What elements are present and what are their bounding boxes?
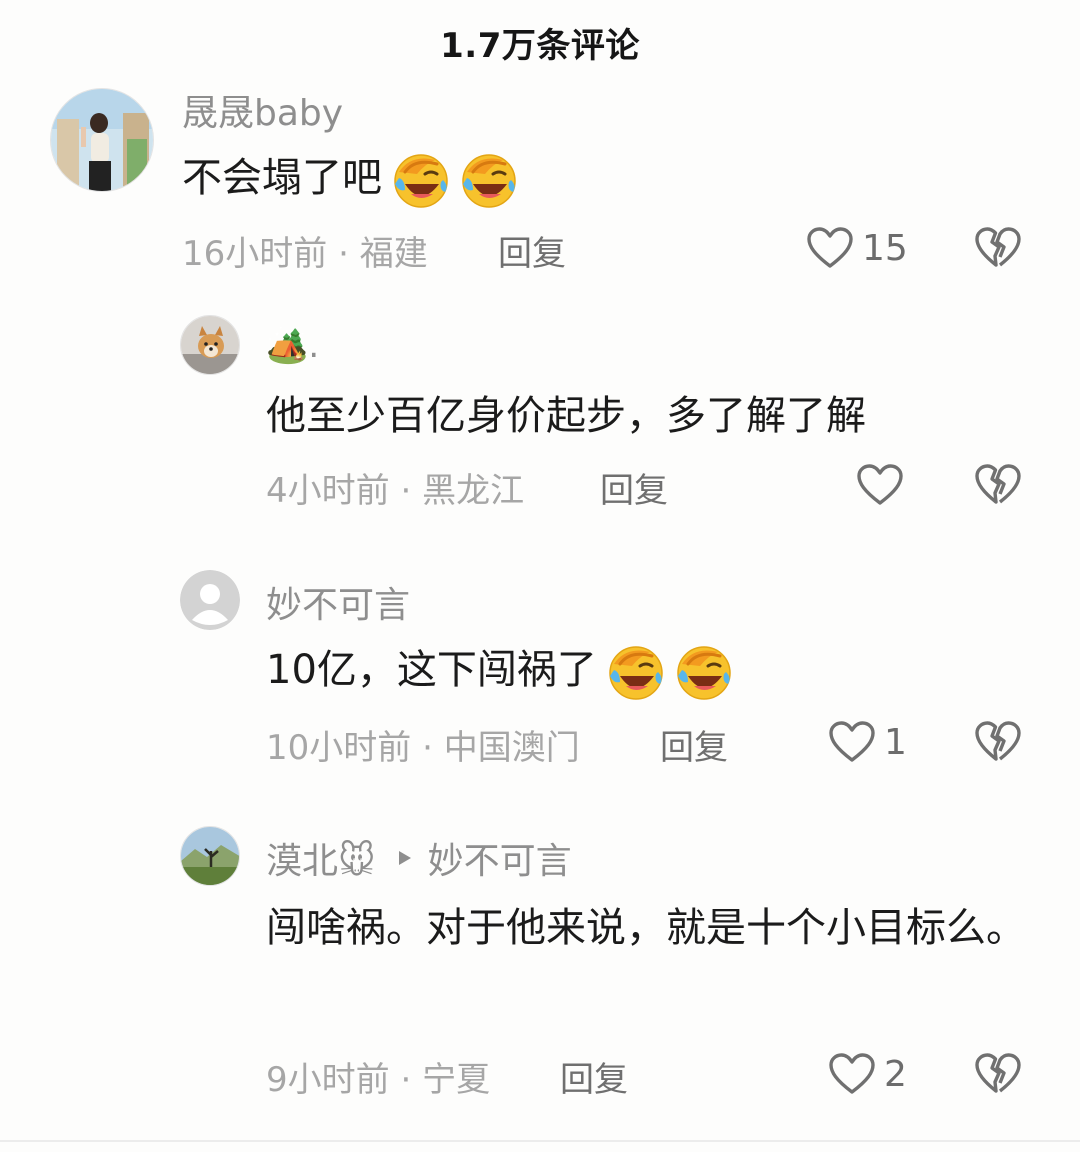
comments-page: 1.7万条评论 晟晟baby 不会塌了吧 16小时前 · 福建 回复 15 🏕️…	[0, 0, 1080, 1152]
comment-username[interactable]: 晟晟baby	[182, 86, 343, 134]
comment-username-row: 漠北🐭 妙不可言	[266, 834, 572, 882]
heart-icon	[828, 1052, 876, 1096]
broken-heart-icon	[974, 463, 1022, 507]
comment-text: 不会塌了吧	[182, 140, 519, 216]
comment-text-content: 不会塌了吧	[182, 155, 382, 201]
reply-button[interactable]: 回复	[660, 720, 728, 769]
like-button[interactable]: 2	[828, 1052, 907, 1096]
laugh-cry-emoji	[606, 642, 666, 702]
comment-meta: 16小时前 · 福建	[182, 226, 428, 275]
avatar[interactable]	[180, 315, 240, 375]
comment-location: 黑龙江	[422, 471, 525, 511]
meta-separator: ·	[411, 728, 444, 768]
dislike-button[interactable]	[974, 720, 1022, 768]
comment-text-content: 10亿，这下闯祸了	[266, 647, 597, 693]
reply-button[interactable]: 回复	[498, 226, 566, 275]
reply-arrow-icon	[394, 848, 414, 868]
comment-location: 福建	[359, 234, 428, 274]
heart-icon	[856, 463, 904, 507]
comment-username[interactable]: 漠北🐭	[266, 832, 376, 884]
heart-icon	[828, 720, 876, 764]
comment-meta: 10小时前 · 中国澳门	[266, 720, 580, 769]
like-count: 15	[862, 227, 908, 269]
comment-meta: 9小时前 · 宁夏	[266, 1052, 490, 1101]
heart-icon	[806, 226, 854, 270]
comment-text: 他至少百亿身价起步，多了解了解	[266, 393, 866, 439]
comment-time: 4小时前	[266, 471, 390, 511]
reply-to-username[interactable]: 妙不可言	[428, 832, 572, 884]
meta-separator: ·	[389, 471, 423, 511]
like-count: 2	[884, 1053, 907, 1095]
broken-heart-icon	[974, 1052, 1022, 1096]
avatar[interactable]	[180, 570, 240, 630]
comment-time: 10小时前	[266, 728, 412, 768]
reply-button[interactable]: 回复	[560, 1052, 628, 1101]
dislike-button[interactable]	[974, 226, 1022, 274]
comment-time: 9小时前	[266, 1060, 390, 1100]
reply-button[interactable]: 回复	[600, 463, 668, 512]
comment-meta: 4小时前 · 黑龙江	[266, 463, 524, 512]
comment-time: 16小时前	[182, 234, 328, 274]
default-avatar-icon	[180, 570, 240, 630]
like-button[interactable]	[856, 463, 912, 507]
broken-heart-icon	[974, 720, 1022, 764]
comment-location: 宁夏	[422, 1060, 491, 1100]
comment-location: 中国澳门	[443, 728, 580, 768]
laugh-cry-emoji	[391, 150, 451, 210]
avatar[interactable]	[50, 88, 154, 192]
like-count: 1	[884, 721, 907, 763]
comment-text: 闯啥祸。对于他来说，就是十个小目标么。	[266, 905, 1026, 951]
comment-username[interactable]: 妙不可言	[266, 578, 410, 626]
like-button[interactable]: 15	[806, 226, 908, 270]
avatar[interactable]	[180, 826, 240, 886]
meta-separator: ·	[389, 1060, 423, 1100]
dislike-button[interactable]	[974, 1052, 1022, 1100]
dislike-button[interactable]	[974, 463, 1022, 511]
meta-separator: ·	[327, 234, 360, 274]
comment-count-title: 1.7万条评论	[440, 26, 640, 66]
broken-heart-icon	[974, 226, 1022, 270]
laugh-cry-emoji	[674, 642, 734, 702]
like-button[interactable]: 1	[828, 720, 907, 764]
comment-username[interactable]: 🏕️.	[266, 322, 319, 370]
comment-text: 10亿，这下闯祸了	[266, 632, 734, 708]
bottom-divider	[0, 1140, 1080, 1142]
laugh-cry-emoji	[459, 150, 519, 210]
